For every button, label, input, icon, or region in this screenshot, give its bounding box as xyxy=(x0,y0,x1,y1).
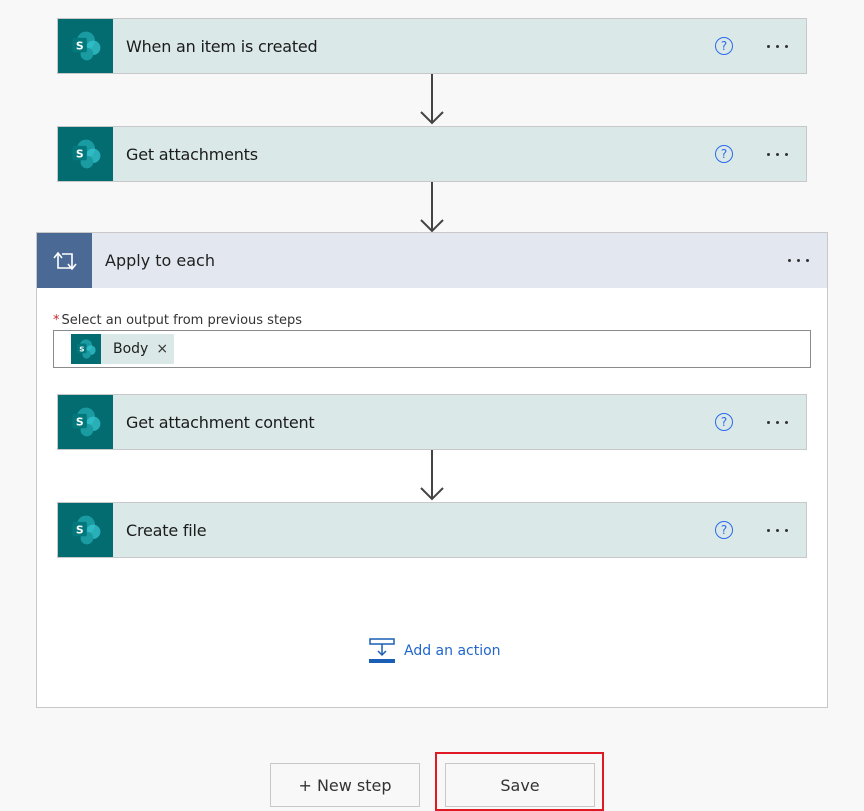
step-card-get-attachments[interactable]: Get attachments ? xyxy=(57,126,807,182)
body-token[interactable]: Body × xyxy=(71,334,175,364)
help-icon[interactable]: ? xyxy=(715,521,733,539)
arrow-down-icon xyxy=(420,450,444,501)
add-an-action-label: Add an action xyxy=(404,643,501,659)
more-options-button[interactable] xyxy=(763,417,792,428)
help-icon[interactable]: ? xyxy=(715,413,733,431)
output-field-label-text: Select an output from previous steps xyxy=(61,313,303,328)
step-title: Create file xyxy=(126,520,207,540)
output-field-label: * Select an output from previous steps xyxy=(53,313,302,328)
step-card-create-file[interactable]: Create file ? xyxy=(57,502,807,558)
sharepoint-icon xyxy=(71,334,101,364)
save-button[interactable]: Save xyxy=(445,763,595,807)
sharepoint-icon xyxy=(58,395,113,449)
more-options-button[interactable] xyxy=(763,525,792,536)
required-mark: * xyxy=(53,313,60,328)
more-options-button[interactable] xyxy=(763,41,792,52)
arrow-down-icon xyxy=(420,182,444,233)
sharepoint-icon xyxy=(58,503,113,557)
new-step-button[interactable]: + New step xyxy=(270,763,420,807)
sharepoint-icon xyxy=(58,127,113,181)
output-select-input[interactable]: Body × xyxy=(53,330,811,368)
step-title: Get attachments xyxy=(126,144,258,164)
step-title: Get attachment content xyxy=(126,412,315,432)
more-options-button[interactable] xyxy=(763,149,792,160)
apply-to-each-container: Apply to each * Select an output from pre… xyxy=(36,232,828,708)
apply-to-each-title: Apply to each xyxy=(105,251,215,270)
apply-to-each-header[interactable]: Apply to each xyxy=(37,233,827,288)
step-card-get-attachment-content[interactable]: Get attachment content ? xyxy=(57,394,807,450)
add-action-icon xyxy=(369,638,395,663)
help-icon[interactable]: ? xyxy=(715,145,733,163)
step-title: When an item is created xyxy=(126,36,318,56)
token-label: Body xyxy=(113,341,149,357)
loop-icon xyxy=(37,233,92,288)
more-options-button[interactable] xyxy=(784,255,813,266)
help-icon[interactable]: ? xyxy=(715,37,733,55)
sharepoint-icon xyxy=(58,19,113,73)
step-card-when-item-created[interactable]: When an item is created ? xyxy=(57,18,807,74)
remove-token-icon[interactable]: × xyxy=(156,341,168,357)
add-an-action-button[interactable]: Add an action xyxy=(369,638,501,664)
arrow-down-icon xyxy=(420,74,444,125)
